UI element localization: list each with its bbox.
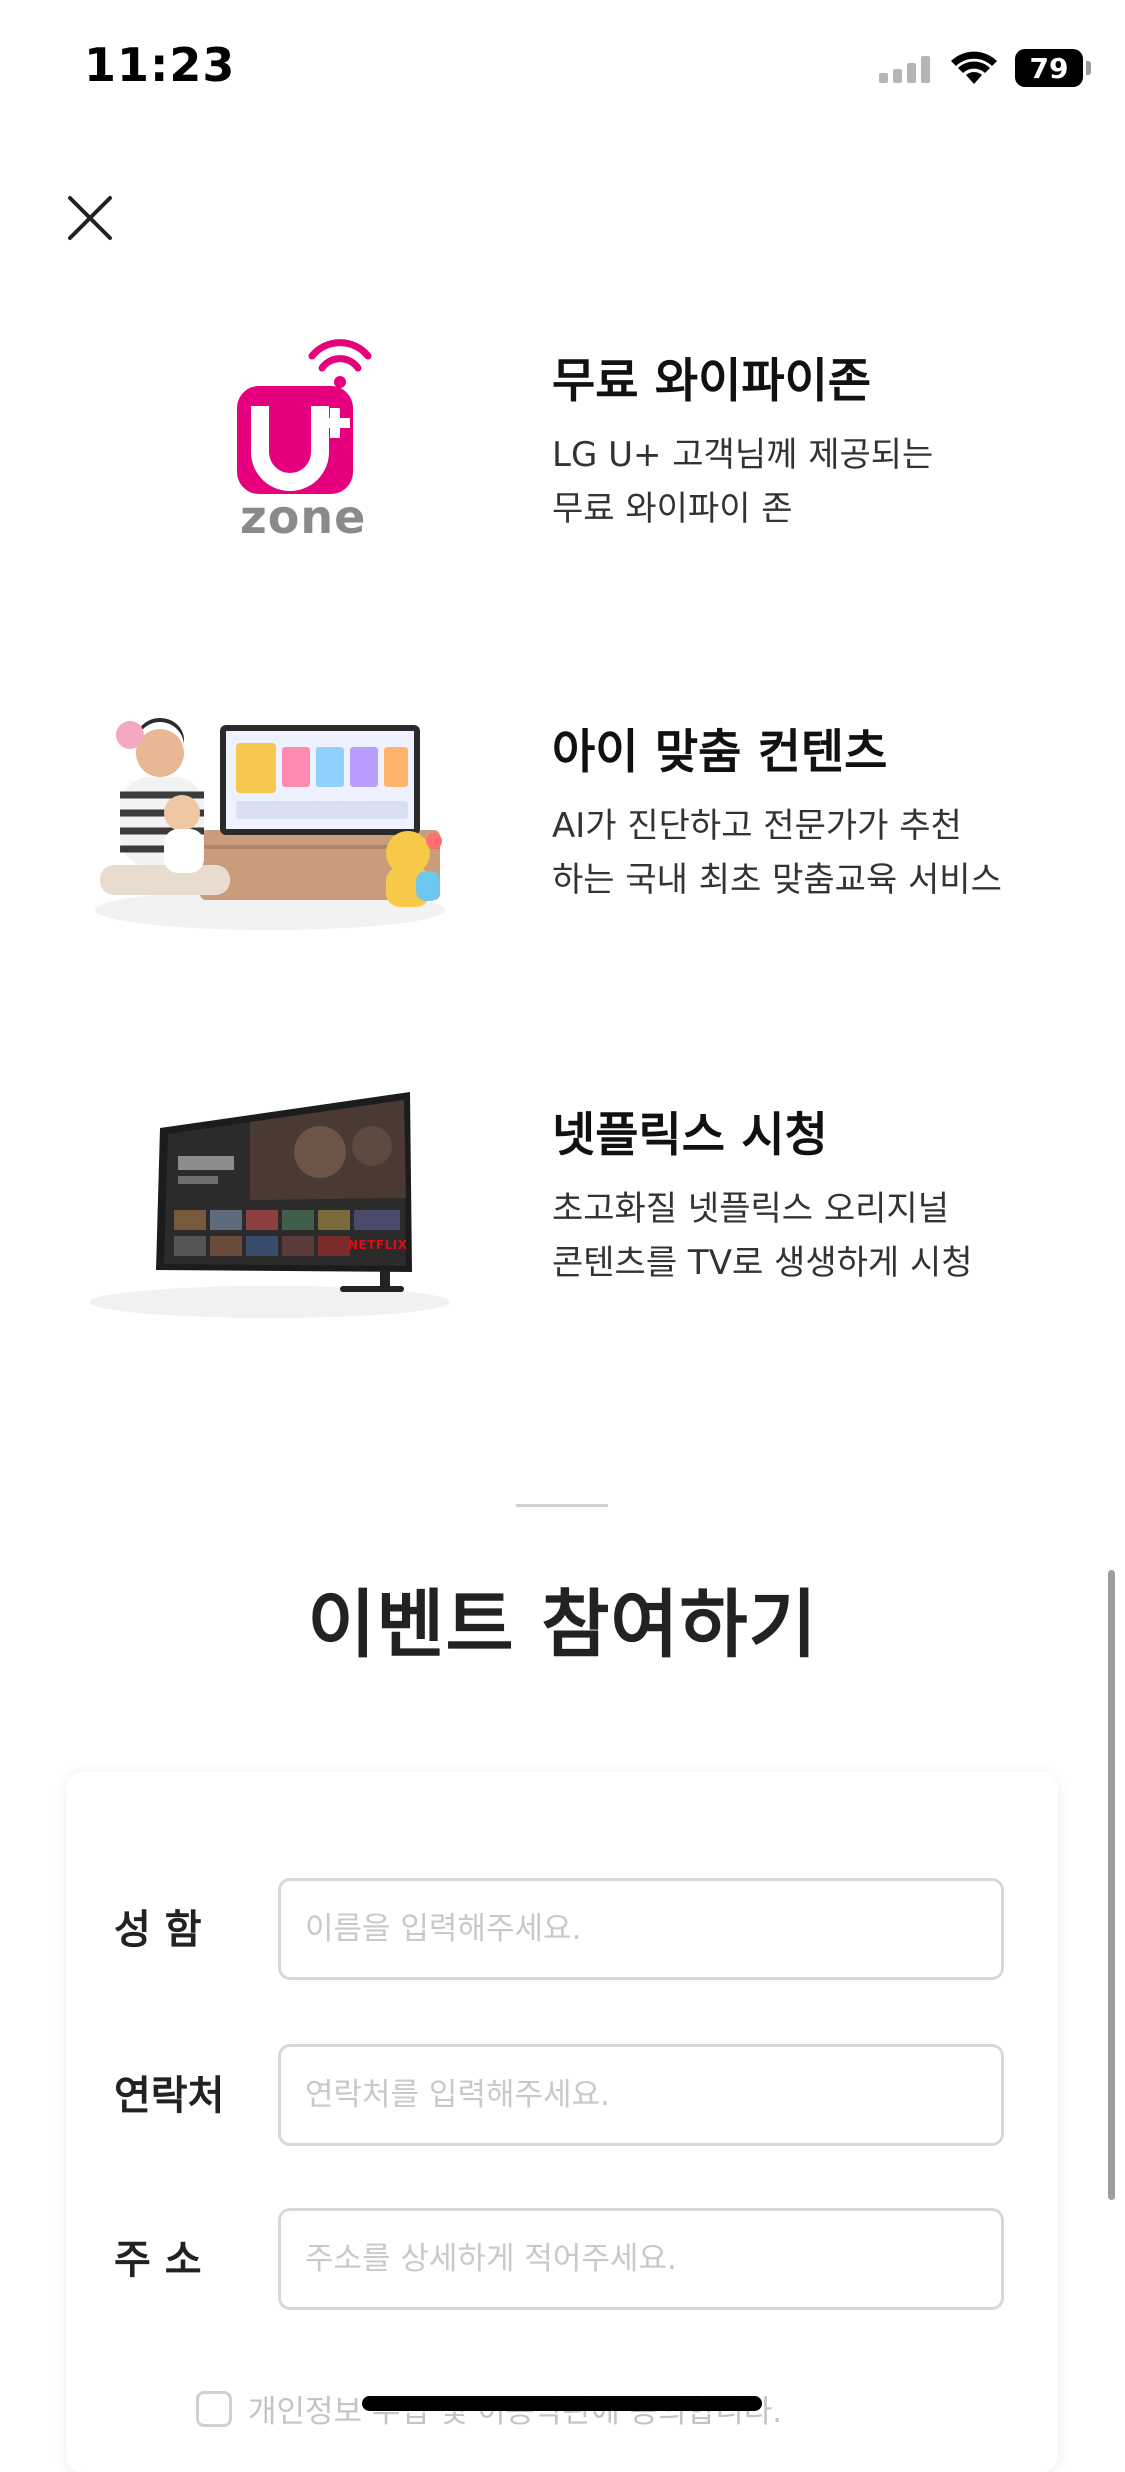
scrollbar[interactable] <box>1108 1570 1115 2200</box>
address-label: 주 소 <box>114 2237 202 2283</box>
feature-item-wifi-zone: zone 무료 와이파이존 LG U+ 고객님께 제공되는 무료 와이파이 존 <box>0 320 1125 580</box>
feature-desc-line: 초고화질 넷플릭스 오리지널 <box>552 1189 949 1229</box>
kids-content-image <box>90 695 450 945</box>
netflix-tv-illustration-icon <box>90 1092 450 1318</box>
feature-description: LG U+ 고객님께 제공되는 무료 와이파이 존 <box>552 428 933 536</box>
privacy-agree-checkbox[interactable] <box>196 2390 232 2427</box>
feature-desc-line: 콘텐츠를 TV로 생생하게 시청 <box>552 1243 973 1283</box>
status-time: 11:23 <box>84 38 236 92</box>
address-field-row: 주 소 <box>66 2208 1058 2312</box>
address-input[interactable] <box>278 2208 1004 2310</box>
status-bar: 11:23 79 <box>0 0 1125 140</box>
parent-child-tv-illustration-icon <box>95 717 445 930</box>
close-icon <box>68 196 112 240</box>
phone-label: 연락처 <box>114 2073 225 2119</box>
feature-title: 무료 와이파이존 <box>552 354 872 409</box>
wifi-icon <box>951 51 997 84</box>
name-input[interactable] <box>278 1878 1004 1980</box>
feature-item-kids-content: 아이 맞춤 컨텐츠 AI가 진단하고 전문가가 추천 하는 국내 최초 맞춤교육… <box>0 695 1125 955</box>
feature-description: AI가 진단하고 전문가가 추천 하는 국내 최초 맞춤교육 서비스 <box>552 799 1002 907</box>
event-form-card: 성 함 연락처 주 소 <box>66 1772 1058 2472</box>
feature-desc-line: AI가 진단하고 전문가가 추천 <box>552 806 962 846</box>
name-label: 성 함 <box>114 1907 202 1953</box>
cellular-signal-icon <box>879 56 930 83</box>
uplus-zone-logo: zone <box>90 330 450 580</box>
phone-field-row: 연락처 <box>66 2044 1058 2148</box>
feature-description: 초고화질 넷플릭스 오리지널 콘텐츠를 TV로 생생하게 시청 <box>552 1182 973 1290</box>
event-section-title: 이벤트 참여하기 <box>307 1582 818 1668</box>
feature-title: 넷플릭스 시청 <box>552 1108 828 1163</box>
phone-input[interactable] <box>278 2044 1004 2146</box>
feature-title: 아이 맞춤 컨텐츠 <box>552 725 888 780</box>
feature-desc-line: LG U+ 고객님께 제공되는 <box>552 435 934 475</box>
home-indicator[interactable] <box>362 2396 762 2411</box>
zone-logo-text: zone <box>240 490 367 544</box>
status-icons: 79 <box>879 44 1091 92</box>
netflix-badge: NETFLIX <box>348 1238 408 1252</box>
feature-desc-line: 무료 와이파이 존 <box>552 489 793 529</box>
netflix-tv-image: NETFLIX <box>90 1080 450 1330</box>
section-divider <box>516 1504 608 1507</box>
battery-icon: 79 <box>1015 49 1091 87</box>
name-field-row: 성 함 <box>66 1878 1058 1982</box>
close-button[interactable] <box>62 190 118 246</box>
feature-item-netflix: NETFLIX 넷플릭스 시청 초고화질 넷플릭스 오리지널 콘텐츠를 TV로 … <box>0 1080 1125 1340</box>
feature-desc-line: 하는 국내 최초 맞춤교육 서비스 <box>552 860 1002 900</box>
